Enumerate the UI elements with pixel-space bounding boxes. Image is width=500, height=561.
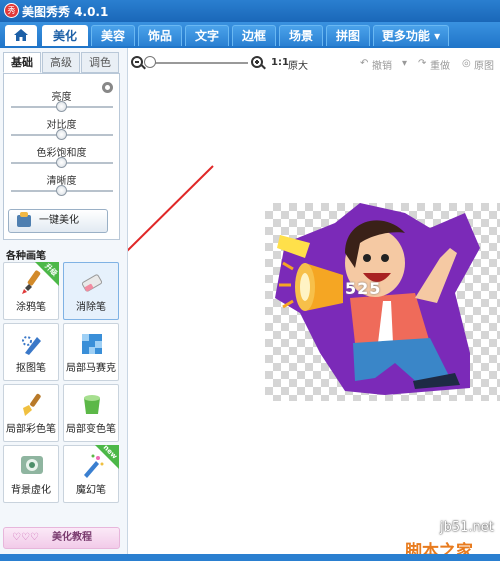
title-bar: 秀 美图秀秀 4.0.1 (0, 0, 500, 22)
brush-label: 局部变色笔 (66, 424, 116, 435)
app-logo-icon: 秀 (4, 3, 19, 18)
subtab-advanced[interactable]: 高级 (42, 52, 80, 73)
tab-beauty[interactable]: 美容 (91, 25, 135, 46)
status-bar (0, 554, 500, 561)
zoom-in-icon[interactable] (251, 56, 266, 70)
top-toolbar: 1:1 原大 ↶ 撤销 ▾ ↷ 重做 ◎ 原图 (128, 48, 500, 76)
brightness-slider-thumb[interactable] (56, 101, 67, 112)
sub-tab-bar: 基础 高级 调色 (3, 52, 120, 73)
brush-label: 涂鸦笔 (16, 302, 46, 313)
annotation-arrow-icon (128, 165, 214, 252)
brush-magic-pen[interactable]: new 魔幻笔 (63, 443, 119, 503)
tab-more-features[interactable]: 更多功能 ▾ (373, 25, 449, 46)
tab-accessories[interactable]: 饰品 (138, 25, 182, 46)
saturation-slider[interactable] (11, 157, 113, 168)
original-size-button[interactable]: 原大 (288, 57, 308, 72)
home-button[interactable] (5, 25, 37, 46)
tab-scenes[interactable]: 场景 (279, 25, 323, 46)
undo-button[interactable]: 撤销 (372, 57, 392, 72)
left-panel: 基础 高级 调色 亮度 对比度 色彩饱和度 清晰度 一键美化 各种画笔 升级 涂… (0, 48, 128, 554)
cutout-pen-icon (22, 336, 41, 355)
sharpness-slider[interactable] (11, 185, 113, 196)
brush-label: 局部彩色笔 (6, 424, 56, 435)
undo-icon[interactable]: ↶ (360, 58, 368, 69)
eraser-icon (81, 274, 103, 292)
brush-eraser[interactable]: 消除笔 (63, 262, 119, 320)
zoom-out-icon[interactable] (131, 56, 146, 70)
redo-icon[interactable]: ↷ (418, 58, 426, 69)
one-click-beautify-button[interactable]: 一键美化 (8, 209, 108, 233)
tutorial-label: 美化教程 (52, 532, 92, 543)
zoom-slider[interactable] (154, 62, 248, 64)
sharpness-slider-thumb[interactable] (56, 185, 67, 196)
tab-beautify[interactable]: 美化 (42, 25, 88, 46)
editing-canvas[interactable] (128, 76, 500, 554)
brush-cutout-pen[interactable]: 抠图笔 (3, 323, 59, 381)
watermark-site: jb51.net (440, 520, 494, 535)
brush-graffiti-pen[interactable]: 升级 涂鸦笔 (3, 262, 59, 320)
undo-dropdown-icon[interactable]: ▾ (402, 58, 407, 69)
hearts-icon: ♡♡♡ (12, 532, 39, 543)
original-image-button[interactable]: 原图 (474, 57, 494, 72)
brushes-section-title: 各种画笔 (6, 251, 46, 262)
actual-size-ratio[interactable]: 1:1 (271, 57, 289, 68)
brightness-slider[interactable] (11, 101, 113, 112)
one-click-beautify-label: 一键美化 (39, 215, 79, 226)
redo-button[interactable]: 重做 (430, 57, 450, 72)
mosaic-icon (82, 334, 102, 354)
tutorial-button[interactable]: ♡♡♡ 美化教程 (3, 527, 120, 549)
brush-label: 背景虚化 (11, 485, 51, 496)
zoom-slider-thumb[interactable] (144, 56, 156, 68)
brush-label: 抠图笔 (16, 363, 46, 374)
subtab-basic[interactable]: 基础 (3, 52, 41, 73)
subtab-color-tone[interactable]: 调色 (81, 52, 119, 73)
tab-collage[interactable]: 拼图 (326, 25, 370, 46)
contrast-slider[interactable] (11, 129, 113, 140)
brush-local-recolor[interactable]: 局部变色笔 (63, 384, 119, 442)
home-icon (14, 29, 28, 41)
brush-label: 局部马赛克 (66, 363, 116, 374)
original-image-icon[interactable]: ◎ (462, 58, 471, 69)
app-title: 美图秀秀 4.0.1 (22, 5, 109, 19)
brush-local-mosaic[interactable]: 局部马赛克 (63, 323, 119, 381)
main-tab-bar: 美化 美容 饰品 文字 边框 场景 拼图 更多功能 ▾ (0, 22, 500, 48)
image-overlay-number: 525 (345, 279, 382, 298)
brush-local-color[interactable]: 局部彩色笔 (3, 384, 59, 442)
color-brush-icon (23, 393, 41, 416)
magic-wand-icon (17, 212, 31, 227)
saturation-slider-thumb[interactable] (56, 157, 67, 168)
contrast-slider-thumb[interactable] (56, 129, 67, 140)
background-blur-icon (21, 456, 43, 474)
tab-frames[interactable]: 边框 (232, 25, 276, 46)
brush-label: 消除笔 (76, 302, 106, 313)
recolor-brush-icon (84, 395, 100, 414)
brush-background-blur[interactable]: 背景虚化 (3, 445, 59, 503)
brush-label: 魔幻笔 (76, 485, 106, 496)
tab-text[interactable]: 文字 (185, 25, 229, 46)
